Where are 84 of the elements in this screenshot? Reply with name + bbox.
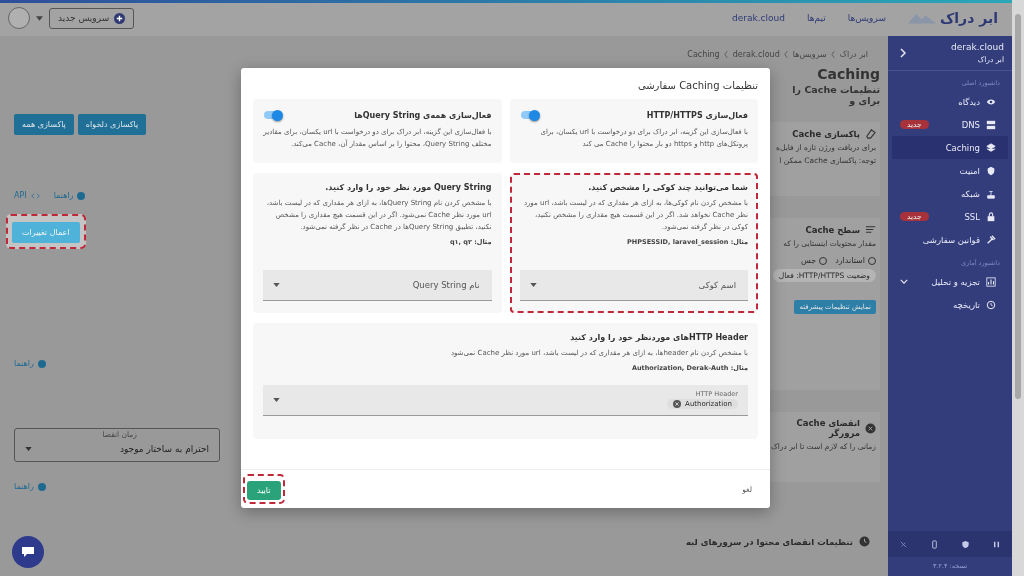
domain-name: derak.cloud bbox=[951, 42, 1004, 52]
shield-icon bbox=[986, 165, 996, 176]
chevron-icon[interactable] bbox=[900, 48, 906, 58]
chevron-icon bbox=[783, 50, 789, 58]
clock-icon bbox=[859, 536, 870, 547]
sidebar-item[interactable]: قوانین سفارشی bbox=[892, 228, 1008, 251]
radio-option[interactable]: جس bbox=[801, 256, 828, 265]
plus-icon bbox=[114, 12, 126, 24]
chevron-icon bbox=[723, 50, 729, 58]
sidebar-item[interactable]: تجزیه و تحلیل bbox=[892, 270, 1008, 293]
sidebar-item-label: Caching bbox=[945, 142, 980, 153]
chevron-icon bbox=[830, 50, 836, 58]
purge-button[interactable]: پاکسازی همه bbox=[14, 114, 74, 135]
caret-icon bbox=[273, 282, 280, 287]
sidebar-item[interactable]: دیدگاه bbox=[892, 90, 1008, 113]
toggle-switch[interactable] bbox=[519, 109, 540, 121]
code-icon bbox=[30, 192, 40, 199]
scrollbar-thumb[interactable] bbox=[1015, 14, 1021, 399]
dns-icon bbox=[986, 119, 996, 130]
logo[interactable]: ابر دراک bbox=[907, 10, 998, 26]
confirm-button[interactable]: تایید bbox=[247, 481, 281, 500]
sidebar-item[interactable]: Caching bbox=[892, 136, 1008, 159]
breadcrumb-link[interactable]: سرویس‌ها bbox=[792, 49, 827, 59]
caret-icon bbox=[529, 282, 537, 287]
sidebar-item-label: DNS bbox=[961, 119, 980, 130]
select-field[interactable]: اسم کوکی bbox=[519, 269, 748, 301]
sidebar-item-label: دیدگاه bbox=[958, 96, 980, 107]
page-title: Caching bbox=[816, 66, 880, 82]
chat-button[interactable] bbox=[12, 536, 44, 568]
toggle-switch[interactable] bbox=[263, 109, 283, 121]
pause-icon[interactable] bbox=[992, 539, 1001, 549]
layers-icon bbox=[986, 142, 996, 153]
nav-link[interactable]: سرویس‌ها bbox=[847, 13, 886, 23]
new-service-button[interactable]: سرویس جدید bbox=[49, 7, 135, 29]
card-title: سطح Cache bbox=[805, 224, 860, 235]
sidebar-item[interactable]: امنیت bbox=[892, 159, 1008, 182]
speech-bubble-icon bbox=[21, 546, 35, 558]
card-title: تنظیمات انقضای محتوا در سرورهای لبه bbox=[685, 536, 853, 547]
mountain-icon bbox=[907, 11, 936, 25]
sidebar-item-label: امنیت bbox=[959, 165, 980, 176]
card-title: انقضای Cache مرورگر bbox=[795, 418, 860, 438]
close-circle-icon bbox=[865, 422, 876, 434]
breadcrumb-link[interactable]: Caching bbox=[687, 49, 720, 59]
history-icon bbox=[986, 299, 996, 310]
caret-icon[interactable] bbox=[36, 15, 43, 21]
logo-text: ابر دراک bbox=[939, 10, 998, 26]
select-field[interactable]: نام Query String bbox=[263, 269, 492, 301]
nav-link[interactable]: تیم‌ها bbox=[806, 13, 826, 23]
sidebar-item-label: تاریخچه bbox=[953, 299, 980, 310]
phone-icon[interactable] bbox=[930, 539, 939, 549]
option-title: HTTP Headerهای موردنظر خود را وارد کنید bbox=[569, 332, 748, 342]
avatar[interactable] bbox=[8, 7, 30, 29]
nav-link[interactable]: derak.cloud bbox=[732, 13, 785, 23]
dialog-title: تنظیمات Caching سفارشی bbox=[636, 79, 759, 93]
sidebar-item-label: تجزیه و تحلیل bbox=[931, 276, 980, 287]
network-icon bbox=[986, 188, 996, 199]
option-title: فعال‌سازی HTTP/HTTPS bbox=[646, 110, 748, 120]
select-input[interactable]: نام Query String bbox=[286, 278, 482, 291]
sidebar-item-label: SSL bbox=[964, 211, 980, 222]
sidebar-item[interactable]: شبکه bbox=[892, 182, 1008, 205]
caret-icon bbox=[273, 397, 280, 402]
option-title: فعال‌سازی همه‌ی Query Stringها bbox=[354, 110, 492, 120]
breadcrumb-link[interactable]: derak.cloud bbox=[732, 49, 780, 59]
breadcrumb-link[interactable]: ابر دراک bbox=[839, 49, 868, 59]
chart-icon bbox=[986, 276, 996, 287]
purge-button[interactable]: پاکسازی دلخواه bbox=[77, 114, 147, 135]
select-input[interactable]: اسم کوکی bbox=[542, 278, 738, 291]
option-title: Query String مورد نظر خود را وارد کنید. bbox=[324, 182, 492, 192]
radio-option[interactable]: استاندارد bbox=[835, 256, 876, 265]
page-subtitle: تنظیمات Cache را برای و bbox=[791, 84, 880, 106]
caret-icon bbox=[25, 447, 32, 451]
sidebar-item-label: قوانین سفارشی bbox=[922, 234, 980, 245]
sidebar-item[interactable]: تاریخچه bbox=[892, 293, 1008, 316]
remove-icon[interactable] bbox=[673, 400, 682, 409]
scrollbar[interactable] bbox=[1012, 0, 1024, 576]
gavel-icon bbox=[986, 234, 996, 245]
eraser-icon bbox=[865, 128, 876, 139]
shield-icon[interactable] bbox=[961, 539, 970, 549]
lines-icon bbox=[865, 224, 876, 235]
lock-icon bbox=[986, 211, 996, 222]
slash-icon[interactable] bbox=[899, 539, 908, 549]
card-title: پاکسازی Cache bbox=[792, 128, 860, 139]
option-title: شما می‌توانید چند کوکی را مشخص کنید. bbox=[587, 182, 748, 192]
sidebar-item-label: شبکه bbox=[961, 188, 980, 199]
